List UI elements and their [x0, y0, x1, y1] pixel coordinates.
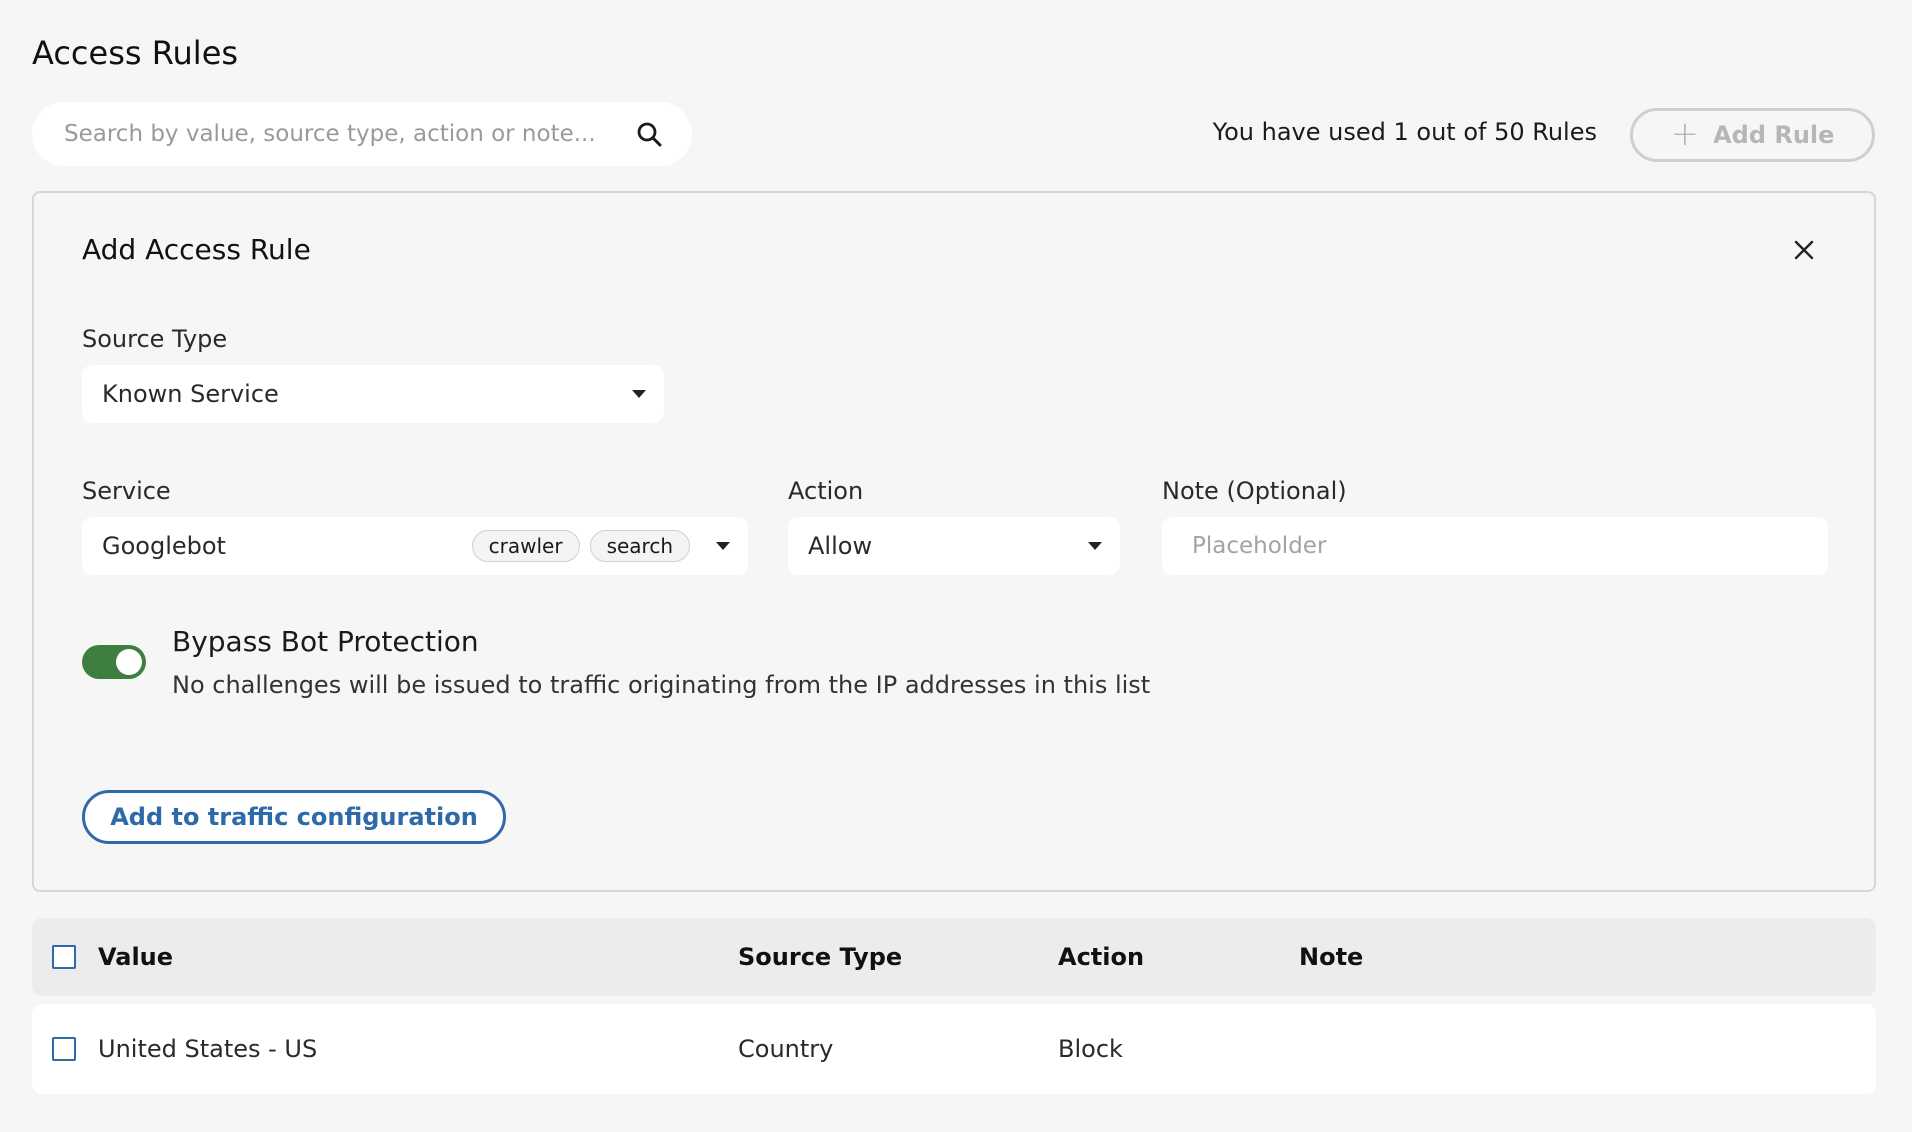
action-value: Allow — [808, 532, 873, 560]
search-box[interactable] — [32, 102, 692, 166]
toggle-knob — [116, 649, 142, 675]
column-header-source-type[interactable]: Source Type — [738, 943, 902, 971]
service-tag: crawler — [471, 530, 580, 562]
plus-icon: + — [1670, 113, 1700, 154]
service-select[interactable]: Googlebot crawler search — [82, 517, 748, 575]
add-to-traffic-configuration-button[interactable]: Add to traffic configuration — [82, 790, 506, 844]
bypass-bot-toggle[interactable] — [82, 645, 146, 679]
add-access-rule-panel: Add Access Rule Source Type Known Servic… — [32, 191, 1876, 892]
row-action: Block — [1058, 1035, 1123, 1063]
column-header-action[interactable]: Action — [1058, 943, 1144, 971]
panel-title: Add Access Rule — [82, 233, 311, 266]
search-icon[interactable] — [634, 119, 664, 149]
service-value: Googlebot — [102, 532, 226, 560]
close-icon[interactable] — [1791, 237, 1817, 263]
row-checkbox[interactable] — [52, 1037, 76, 1061]
service-label: Service — [82, 477, 171, 505]
table-header: Value Source Type Action Note — [32, 918, 1876, 996]
row-value: United States - US — [98, 1035, 318, 1063]
source-type-select[interactable]: Known Service — [82, 365, 664, 423]
add-rule-button[interactable]: + Add Rule — [1630, 108, 1875, 162]
chevron-down-icon — [1088, 542, 1102, 550]
select-all-checkbox[interactable] — [52, 945, 76, 969]
column-header-value[interactable]: Value — [98, 943, 173, 971]
search-input[interactable] — [64, 121, 634, 147]
action-select[interactable]: Allow — [788, 517, 1120, 575]
chevron-down-icon — [716, 542, 730, 550]
action-label: Action — [788, 477, 864, 505]
access-rules-page: Access Rules You have used 1 out of 50 R… — [0, 0, 1912, 1132]
add-rule-label: Add Rule — [1713, 121, 1835, 149]
chevron-down-icon — [632, 390, 646, 398]
table-row[interactable]: United States - US Country Block — [32, 1004, 1876, 1094]
note-label: Note (Optional) — [1162, 477, 1347, 505]
service-tag: search — [589, 530, 690, 562]
column-header-note[interactable]: Note — [1299, 943, 1363, 971]
source-type-label: Source Type — [82, 325, 228, 353]
bypass-title: Bypass Bot Protection — [172, 625, 479, 658]
page-title: Access Rules — [32, 34, 239, 72]
source-type-value: Known Service — [102, 380, 279, 408]
bypass-description: No challenges will be issued to traffic … — [172, 671, 1151, 699]
note-input[interactable] — [1162, 517, 1828, 575]
rule-usage-text: You have used 1 out of 50 Rules — [1212, 118, 1597, 146]
row-source-type: Country — [738, 1035, 834, 1063]
